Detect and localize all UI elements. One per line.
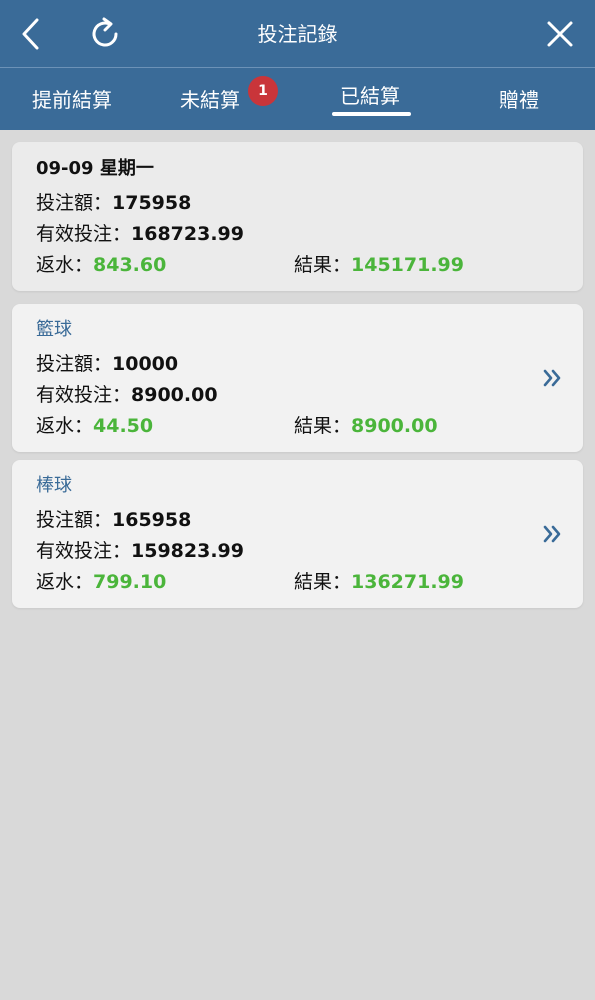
summary-date: 09-09 星期一 <box>36 158 154 179</box>
valid-bet-value: 8900.00 <box>131 384 218 406</box>
summary-bet-amount: 投注額：175958 <box>36 190 191 216</box>
rebate-value: 843.60 <box>93 254 167 276</box>
valid-bet-label: 有效投注： <box>36 223 132 245</box>
tab-unsettled[interactable]: 未結算 <box>180 84 240 116</box>
sport-name: 籃球 <box>36 319 72 340</box>
rebate-value: 799.10 <box>93 571 167 593</box>
close-icon <box>547 21 573 47</box>
tab-bar: 提前結算 未結算 已結算 贈禮 <box>0 68 595 130</box>
sport-result: 結果：8900.00 <box>294 413 438 439</box>
close-button[interactable] <box>540 14 580 54</box>
result-value: 8900.00 <box>351 415 438 437</box>
bet-amount-value: 165958 <box>112 509 192 531</box>
sport-bet-amount: 投注額：165958 <box>36 507 191 533</box>
sport-rebate: 返水：799.10 <box>36 569 166 595</box>
summary-result: 結果：145171.99 <box>294 252 464 278</box>
result-value: 136271.99 <box>351 571 464 593</box>
result-label: 結果： <box>294 571 352 593</box>
bet-amount-label: 投注額： <box>36 192 113 214</box>
valid-bet-label: 有效投注： <box>36 540 132 562</box>
double-chevron-right-icon[interactable] <box>540 522 564 546</box>
rebate-value: 44.50 <box>93 415 154 437</box>
valid-bet-label: 有效投注： <box>36 384 132 406</box>
tab-early-settlement[interactable]: 提前結算 <box>32 84 112 116</box>
sport-rebate: 返水：44.50 <box>36 413 153 439</box>
tab-settled[interactable]: 已結算 <box>340 80 400 112</box>
sport-valid-bet: 有效投注：159823.99 <box>36 538 244 564</box>
rebate-label: 返水： <box>36 571 94 593</box>
result-label: 結果： <box>294 254 352 276</box>
summary-card: 09-09 星期一 投注額：175958 有效投注：168723.99 返水：8… <box>12 142 583 291</box>
sport-card-baseball[interactable]: 棒球 投注額：165958 有效投注：159823.99 返水：799.10 結… <box>12 460 583 608</box>
bet-amount-value: 10000 <box>112 353 179 375</box>
result-label: 結果： <box>294 415 352 437</box>
rebate-label: 返水： <box>36 415 94 437</box>
result-value: 145171.99 <box>351 254 464 276</box>
unsettled-count-badge: 1 <box>248 76 278 106</box>
bet-amount-label: 投注額： <box>36 509 113 531</box>
valid-bet-value: 168723.99 <box>131 223 244 245</box>
sport-name: 棒球 <box>36 475 72 496</box>
tab-gift[interactable]: 贈禮 <box>499 84 539 116</box>
summary-valid-bet: 有效投注：168723.99 <box>36 221 244 247</box>
rebate-label: 返水： <box>36 254 94 276</box>
active-tab-indicator <box>332 112 411 116</box>
valid-bet-value: 159823.99 <box>131 540 244 562</box>
app-header: 投注記錄 <box>0 0 595 68</box>
double-chevron-right-icon[interactable] <box>540 366 564 390</box>
summary-rebate: 返水：843.60 <box>36 252 166 278</box>
page-title: 投注記錄 <box>257 22 338 46</box>
bet-amount-label: 投注額： <box>36 353 113 375</box>
sport-result: 結果：136271.99 <box>294 569 464 595</box>
sport-bet-amount: 投注額：10000 <box>36 351 178 377</box>
bet-amount-value: 175958 <box>112 192 192 214</box>
sport-valid-bet: 有效投注：8900.00 <box>36 382 218 408</box>
sport-card-basketball[interactable]: 籃球 投注額：10000 有效投注：8900.00 返水：44.50 結果：89… <box>12 304 583 452</box>
